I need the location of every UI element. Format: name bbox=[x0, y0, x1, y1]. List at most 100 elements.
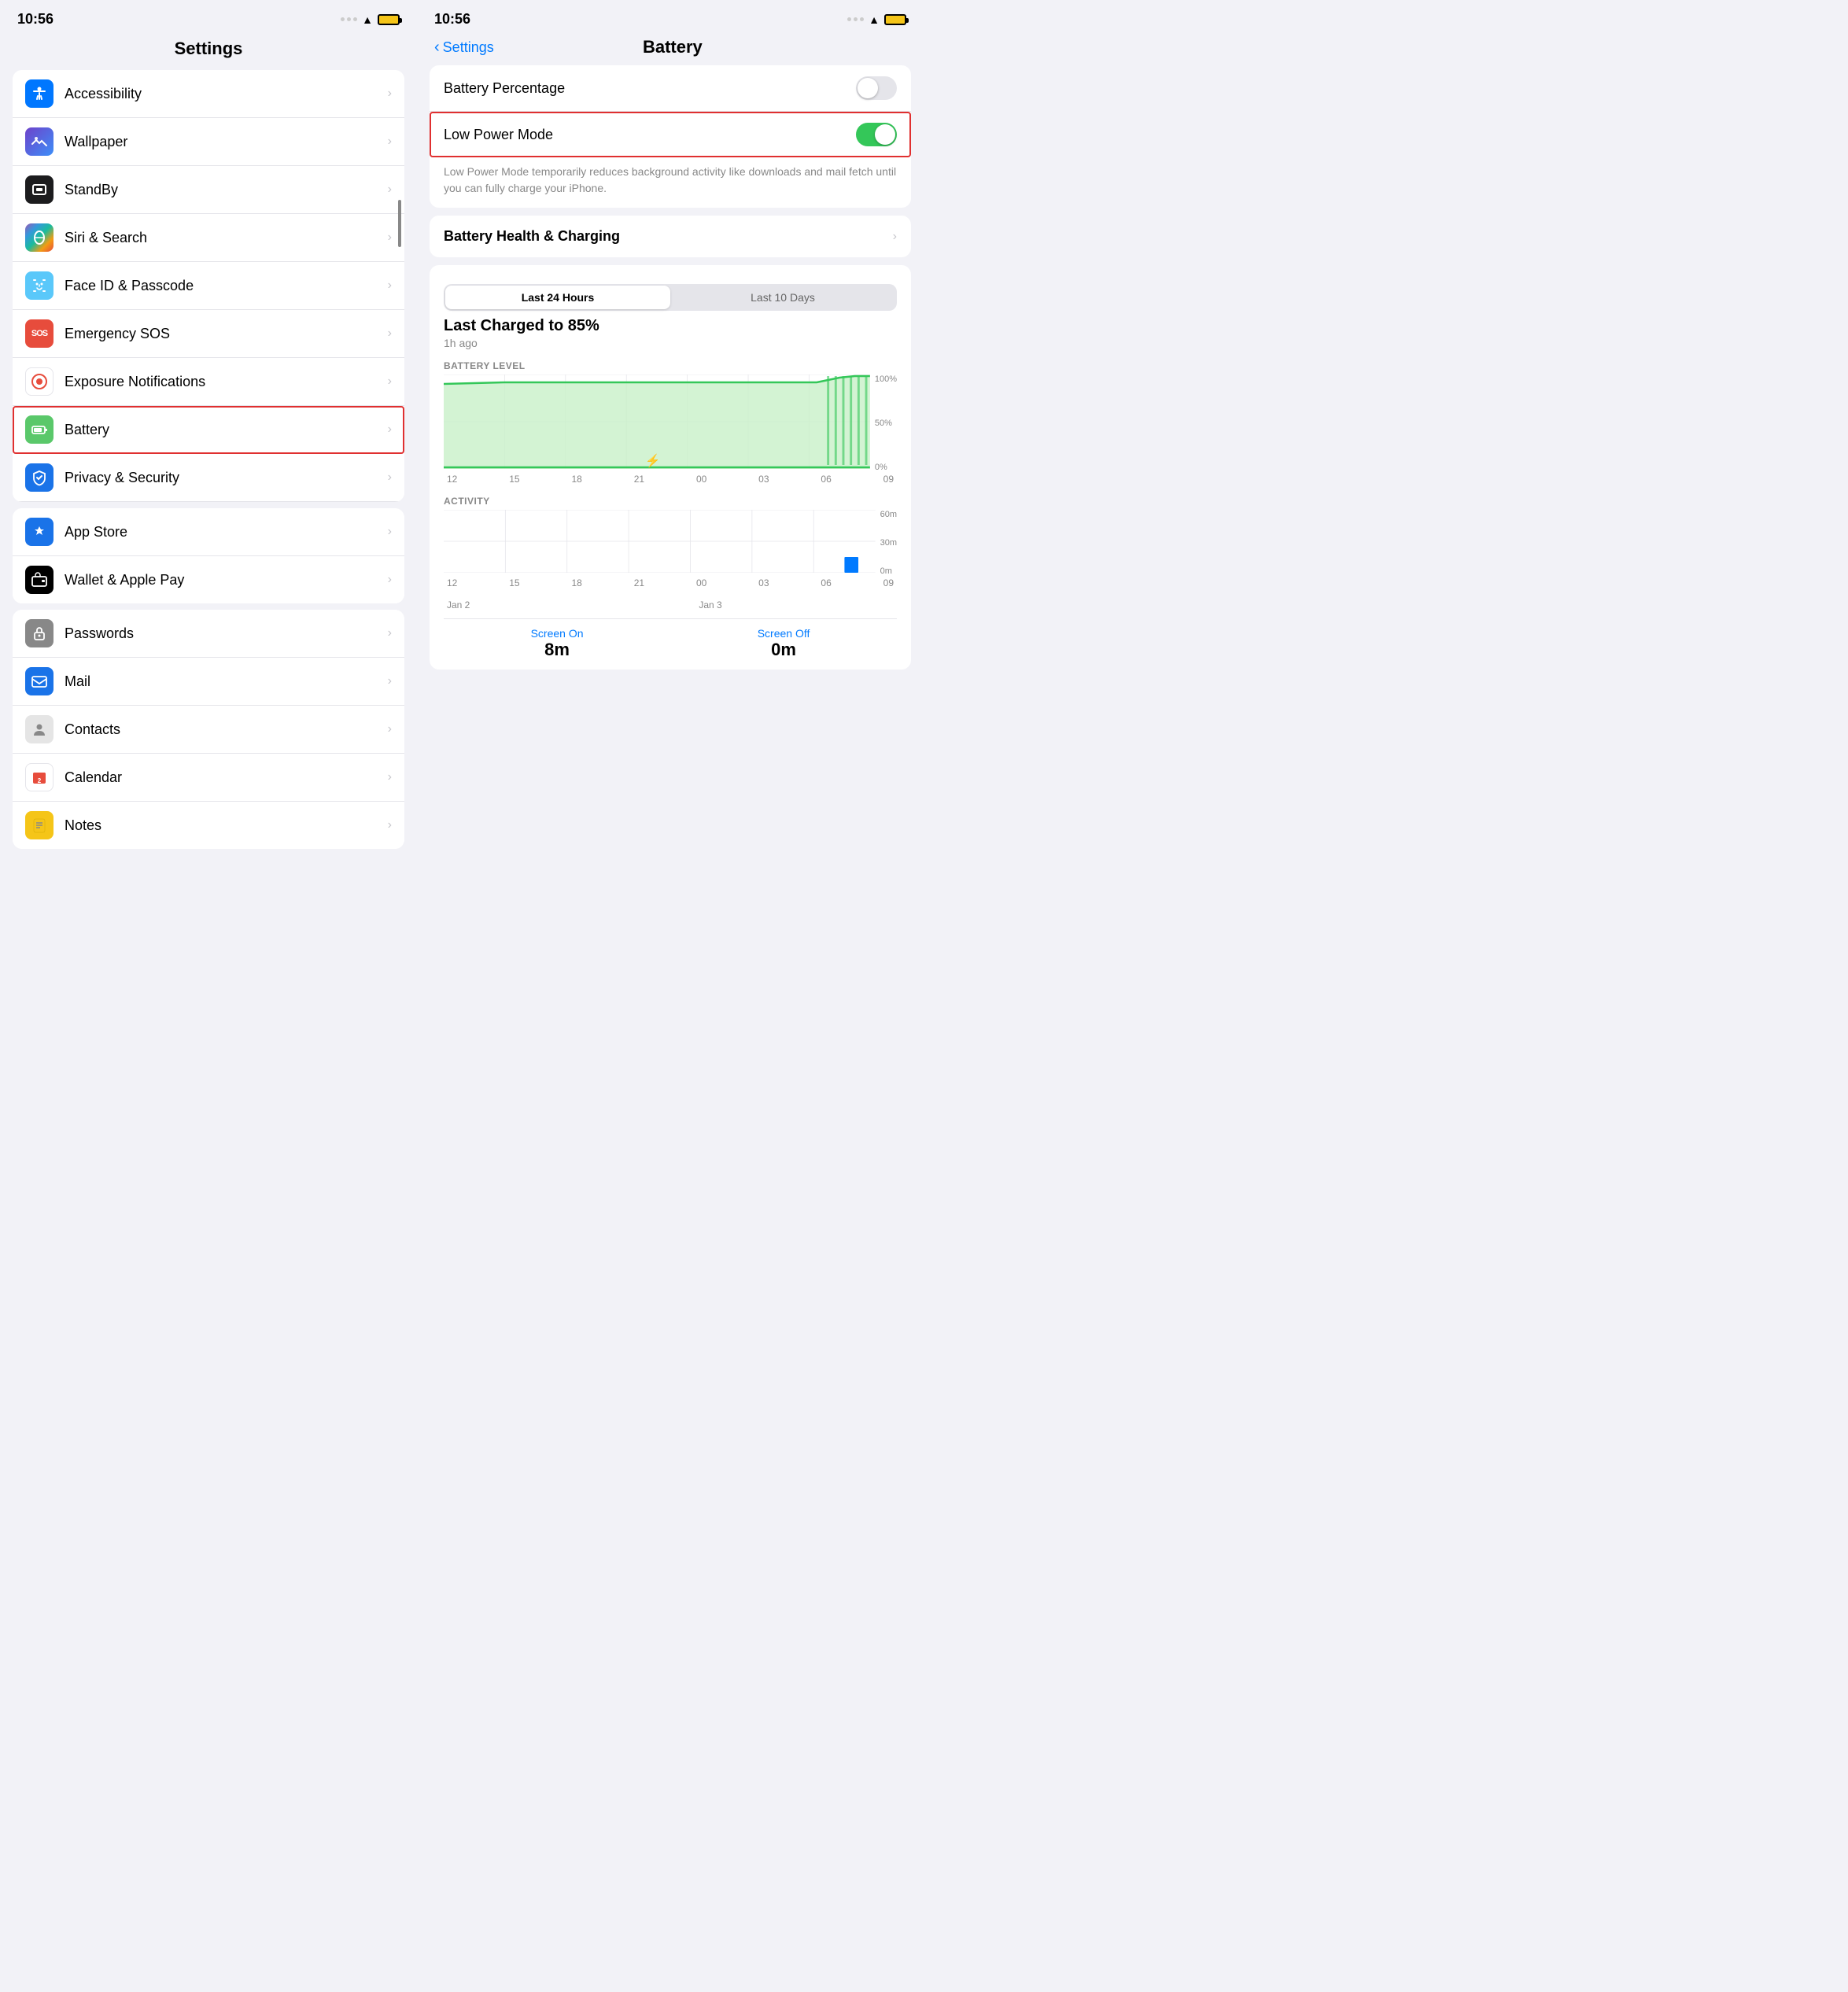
right-content: Battery Percentage Low Power Mode Low Po… bbox=[417, 65, 924, 677]
low-power-label: Low Power Mode bbox=[444, 127, 856, 143]
signal-dot bbox=[847, 17, 851, 21]
settings-item-passwords[interactable]: Passwords › bbox=[13, 610, 404, 658]
battery-level-label: BATTERY LEVEL bbox=[444, 360, 526, 371]
wallpaper-icon bbox=[25, 127, 53, 156]
screen-off-label: Screen Off bbox=[758, 627, 810, 640]
standby-icon bbox=[25, 175, 53, 204]
battery-health-chevron: › bbox=[893, 230, 897, 244]
battery-main-card: Battery Percentage Low Power Mode Low Po… bbox=[430, 65, 911, 208]
appstore-label: App Store bbox=[65, 524, 388, 540]
faceid-chevron: › bbox=[388, 279, 392, 293]
left-status-bar: 10:56 ▲ bbox=[0, 0, 417, 34]
back-label: Settings bbox=[443, 39, 494, 56]
activity-label: ACTIVITY bbox=[444, 496, 490, 507]
faceid-label: Face ID & Passcode bbox=[65, 278, 388, 294]
ax-label-00: 00 bbox=[696, 577, 706, 588]
pct-0: 0% bbox=[875, 463, 897, 472]
sos-label: Emergency SOS bbox=[65, 326, 388, 342]
ax-label-21: 21 bbox=[634, 577, 644, 588]
screen-on-label: Screen On bbox=[531, 627, 584, 640]
screen-on-stat: Screen On 8m bbox=[531, 627, 584, 660]
right-wifi-icon: ▲ bbox=[869, 13, 880, 26]
contacts-icon bbox=[25, 715, 53, 743]
low-power-mode-row[interactable]: Low Power Mode bbox=[430, 112, 911, 157]
tab-10d[interactable]: Last 10 Days bbox=[670, 286, 895, 309]
wallet-label: Wallet & Apple Pay bbox=[65, 572, 388, 588]
x-label-21: 21 bbox=[634, 474, 644, 485]
x-label-09: 09 bbox=[883, 474, 894, 485]
battery-percentage-row[interactable]: Battery Percentage bbox=[430, 65, 911, 112]
exposure-icon bbox=[25, 367, 53, 396]
scrollbar[interactable] bbox=[398, 200, 401, 247]
left-panel: 10:56 ▲ Settings Accessibility › Wallpap… bbox=[0, 0, 417, 996]
activity-x-labels: 12 15 18 21 00 03 06 09 bbox=[444, 577, 897, 588]
wifi-icon: ▲ bbox=[362, 13, 373, 26]
settings-item-faceid[interactable]: Face ID & Passcode › bbox=[13, 262, 404, 310]
settings-item-privacy[interactable]: Privacy & Security › bbox=[13, 454, 404, 502]
wallet-chevron: › bbox=[388, 573, 392, 587]
settings-item-appstore[interactable]: App Store › bbox=[13, 508, 404, 556]
screen-stats: Screen On 8m Screen Off 0m bbox=[444, 618, 897, 663]
settings-item-notes[interactable]: Notes › bbox=[13, 802, 404, 849]
settings-item-contacts[interactable]: Contacts › bbox=[13, 706, 404, 754]
battery-settings-icon bbox=[25, 415, 53, 444]
settings-item-calendar[interactable]: 2 Calendar › bbox=[13, 754, 404, 802]
ax-label-09: 09 bbox=[883, 577, 894, 588]
faceid-icon bbox=[25, 271, 53, 300]
signal-dot bbox=[854, 17, 858, 21]
time-tabs: Last 24 Hours Last 10 Days bbox=[444, 284, 897, 311]
screen-on-value: 8m bbox=[531, 640, 584, 660]
settings-item-wallet[interactable]: Wallet & Apple Pay › bbox=[13, 556, 404, 603]
x-label-06: 06 bbox=[821, 474, 831, 485]
toggle-thumb bbox=[858, 78, 878, 98]
ax-label-12: 12 bbox=[447, 577, 457, 588]
battery-chart-header: BATTERY LEVEL bbox=[444, 360, 897, 371]
privacy-icon bbox=[25, 463, 53, 492]
screen-off-stat: Screen Off 0m bbox=[758, 627, 810, 660]
last-charged-label: Last Charged to 85% bbox=[444, 317, 897, 335]
signal-dot bbox=[353, 17, 357, 21]
settings-item-mail[interactable]: Mail › bbox=[13, 658, 404, 706]
screen-off-value: 0m bbox=[758, 640, 810, 660]
low-power-desc: Low Power Mode temporarily reduces backg… bbox=[430, 157, 911, 208]
battery-percentage-toggle[interactable] bbox=[856, 76, 897, 100]
settings-item-battery[interactable]: Battery › bbox=[13, 406, 404, 454]
exposure-chevron: › bbox=[388, 374, 392, 389]
low-power-toggle[interactable] bbox=[856, 123, 897, 146]
date-labels: Jan 2 Jan 3 bbox=[444, 599, 897, 614]
settings-item-accessibility[interactable]: Accessibility › bbox=[13, 70, 404, 118]
settings-item-wallpaper[interactable]: Wallpaper › bbox=[13, 118, 404, 166]
pct-100: 100% bbox=[875, 374, 897, 384]
siri-label: Siri & Search bbox=[65, 230, 388, 246]
settings-item-siri[interactable]: Siri & Search › bbox=[13, 214, 404, 262]
back-button[interactable]: ‹ Settings bbox=[434, 39, 494, 57]
tab-24h[interactable]: Last 24 Hours bbox=[445, 286, 670, 309]
right-status-bar: 10:56 ▲ bbox=[417, 0, 924, 34]
x-label-03: 03 bbox=[758, 474, 769, 485]
battery-icon bbox=[378, 14, 400, 25]
settings-item-exposure[interactable]: Exposure Notifications › bbox=[13, 358, 404, 406]
svg-text:2: 2 bbox=[38, 777, 42, 784]
mail-chevron: › bbox=[388, 674, 392, 688]
signal-dots bbox=[341, 17, 357, 21]
settings-group-3: Passwords › Mail › Contacts › 2 Calendar… bbox=[13, 610, 404, 849]
right-panel: 10:56 ▲ ‹ Settings Battery Battery Perce… bbox=[417, 0, 924, 996]
siri-chevron: › bbox=[388, 231, 392, 245]
battery-chart-area: ⚡ 100% 50% 0% bbox=[444, 374, 897, 474]
activity-60m: 60m bbox=[880, 510, 897, 519]
right-status-icons: ▲ bbox=[847, 13, 906, 26]
toggle-thumb-on bbox=[875, 124, 895, 145]
activity-y-axis: 60m 30m 0m bbox=[876, 510, 897, 577]
battery-health-card: Battery Health & Charging › bbox=[430, 216, 911, 257]
sos-icon: SOS bbox=[25, 319, 53, 348]
activity-0m: 0m bbox=[880, 566, 897, 576]
battery-health-row[interactable]: Battery Health & Charging › bbox=[430, 216, 911, 257]
settings-item-sos[interactable]: SOS Emergency SOS › bbox=[13, 310, 404, 358]
settings-item-standby[interactable]: StandBy › bbox=[13, 166, 404, 214]
activity-chart bbox=[444, 510, 876, 573]
x-label-12: 12 bbox=[447, 474, 457, 485]
siri-icon bbox=[25, 223, 53, 252]
left-status-icons: ▲ bbox=[341, 13, 400, 26]
svg-text:⚡: ⚡ bbox=[645, 453, 660, 468]
ax-label-06: 06 bbox=[821, 577, 831, 588]
